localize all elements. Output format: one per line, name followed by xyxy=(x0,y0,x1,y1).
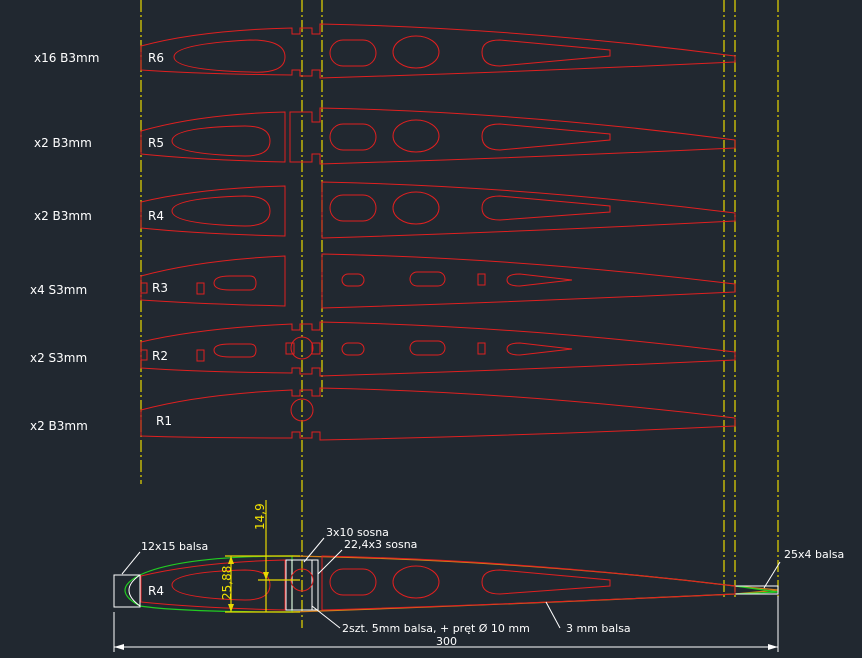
drawing-background xyxy=(0,0,862,658)
dim-spar-height-value: 14,9 xyxy=(253,503,267,530)
rib-r4-name: R4 xyxy=(148,209,164,223)
rib-r5-name: R5 xyxy=(148,136,164,150)
rib-qty-r4: x2 B3mm xyxy=(34,209,92,223)
rib-r6-name: R6 xyxy=(148,51,164,65)
section-rib-name: R4 xyxy=(148,584,164,598)
label-sheeting: 3 mm balsa xyxy=(566,622,631,635)
label-leading-edge: 12x15 balsa xyxy=(141,540,208,553)
rib-qty-r2: x2 S3mm xyxy=(30,351,87,365)
rib-qty-r6: x16 B3mm xyxy=(34,51,99,65)
label-trailing-edge: 25x4 balsa xyxy=(784,548,844,561)
rib-r2-name: R2 xyxy=(152,349,168,363)
dim-chord-value: 300 xyxy=(436,635,457,648)
cad-drawing: x16 B3mm x2 B3mm x2 B3mm x4 S3mm x2 S3mm… xyxy=(0,0,862,658)
rib-r3-name: R3 xyxy=(152,281,168,295)
label-spar-main: 22,4x3 sosna xyxy=(344,538,417,551)
rib-qty-r3: x4 S3mm xyxy=(30,283,87,297)
rib-r1-name: R1 xyxy=(156,414,172,428)
label-shear-web: 2szt. 5mm balsa, + pręt Ø 10 mm xyxy=(342,622,530,635)
rib-qty-r5: x2 B3mm xyxy=(34,136,92,150)
dim-thickness-value: 25,88 xyxy=(220,566,234,600)
rib-qty-r1: x2 B3mm xyxy=(30,419,88,433)
